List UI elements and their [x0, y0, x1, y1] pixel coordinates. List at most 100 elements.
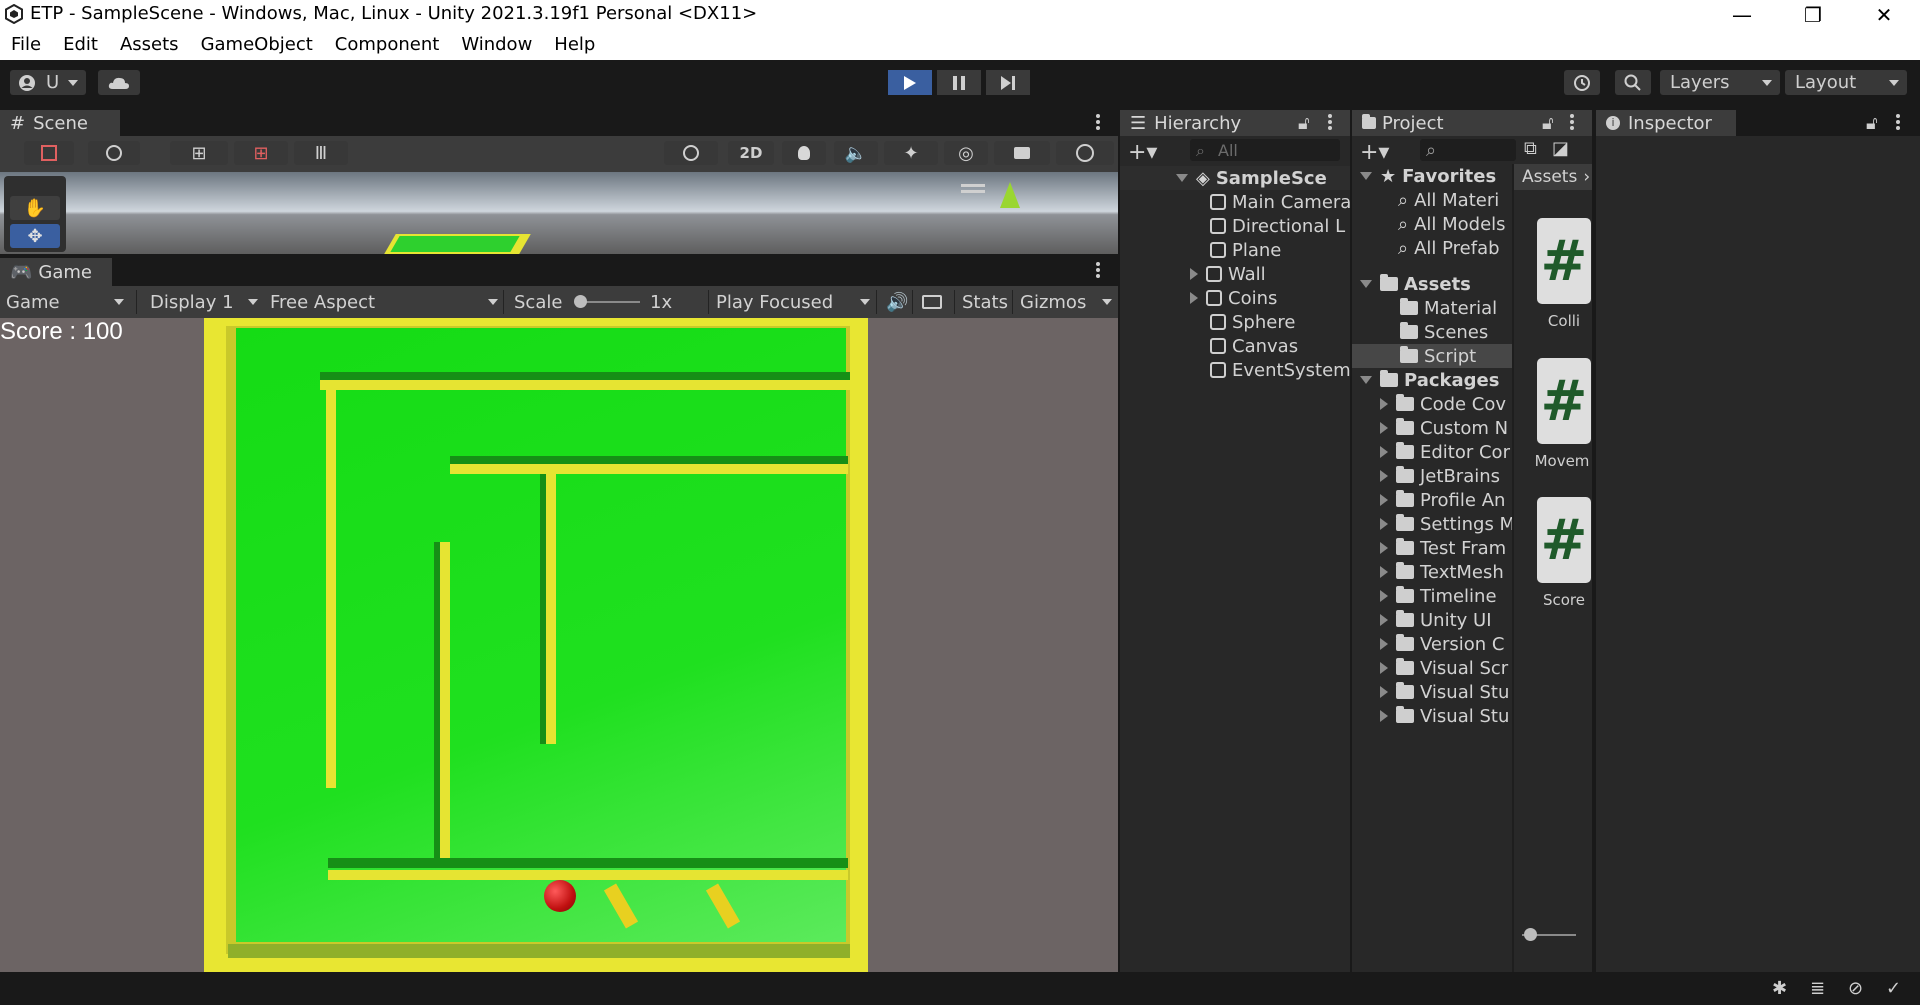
create-asset-button[interactable]: +▾: [1360, 140, 1389, 165]
tab-game[interactable]: 🎮 Game: [0, 258, 112, 286]
favorite-item[interactable]: ⌕ All Materi: [1398, 188, 1520, 212]
game-viewport[interactable]: Score : 100: [0, 318, 1118, 972]
checkmark-icon[interactable]: ✓: [1886, 978, 1901, 999]
menu-file[interactable]: File: [0, 34, 52, 55]
menu-window[interactable]: Window: [450, 34, 543, 55]
restore-button[interactable]: ❐: [1781, 0, 1845, 29]
mute-audio-button[interactable]: 🔊: [886, 286, 908, 318]
menu-assets[interactable]: Assets: [109, 34, 190, 55]
project-more-icon[interactable]: [1570, 114, 1574, 130]
account-dropdown[interactable]: U: [10, 70, 86, 95]
script-asset-icon[interactable]: #: [1537, 218, 1591, 304]
scene-more-icon[interactable]: [1096, 114, 1100, 130]
asset-folder-item[interactable]: Material: [1400, 296, 1520, 320]
lighting-toggle[interactable]: [782, 141, 826, 165]
asset-folder-item-selected[interactable]: Script: [1352, 344, 1512, 368]
hierarchy-item[interactable]: Sphere: [1210, 310, 1350, 334]
package-item[interactable]: Custom N: [1380, 416, 1520, 440]
keyboard-shortcut-button[interactable]: [922, 286, 942, 318]
tab-inspector[interactable]: i Inspector: [1596, 110, 1736, 136]
hierarchy-item[interactable]: Coins: [1190, 286, 1350, 310]
tab-hierarchy[interactable]: ☰ Hierarchy: [1120, 110, 1350, 136]
lock-icon[interactable]: 🔓︎: [1298, 113, 1310, 134]
auto-generate-lighting-icon[interactable]: ⊘: [1848, 978, 1863, 999]
menu-help[interactable]: Help: [543, 34, 606, 55]
package-item[interactable]: Code Cov: [1380, 392, 1520, 416]
slider-handle[interactable]: [1524, 928, 1537, 941]
scene-gizmo-y-icon[interactable]: [1000, 182, 1020, 208]
package-item[interactable]: Visual Stu: [1380, 704, 1520, 728]
display-select[interactable]: Display 1: [150, 286, 262, 318]
scene-menu-icon[interactable]: [961, 184, 985, 187]
hierarchy-item[interactable]: Canvas: [1210, 334, 1350, 358]
favorites-folder[interactable]: ★ Favorites: [1360, 164, 1520, 188]
effects-dropdown[interactable]: ✦: [884, 141, 938, 165]
minimize-button[interactable]: —: [1710, 0, 1774, 29]
gizmo-shading-button[interactable]: [664, 141, 718, 165]
package-item[interactable]: Profile An: [1380, 488, 1520, 512]
icon-size-slider[interactable]: [1514, 924, 1592, 946]
package-item[interactable]: Test Fram: [1380, 536, 1520, 560]
asset-name[interactable]: Colli: [1524, 312, 1604, 330]
script-asset-icon[interactable]: #: [1537, 358, 1591, 444]
breadcrumb-assets[interactable]: Assets: [1522, 167, 1577, 187]
scale-slider-handle[interactable]: [574, 295, 587, 308]
mode-2d-button[interactable]: 2D: [728, 141, 774, 165]
packages-folder[interactable]: Packages: [1360, 368, 1520, 392]
package-item[interactable]: Visual Stu: [1380, 680, 1520, 704]
grid-snap-button[interactable]: ⊞: [170, 141, 228, 165]
package-item[interactable]: Settings M: [1380, 512, 1520, 536]
package-item[interactable]: Unity UI: [1380, 608, 1520, 632]
global-dropdown[interactable]: [88, 141, 140, 165]
lock-icon[interactable]: 🔓︎: [1866, 113, 1878, 134]
package-item[interactable]: Editor Cor: [1380, 440, 1520, 464]
gizmos-dropdown[interactable]: [1056, 141, 1114, 165]
snap-increment-button[interactable]: ⊞: [234, 141, 288, 165]
tab-project[interactable]: Project: [1352, 110, 1592, 136]
package-item[interactable]: JetBrains: [1380, 464, 1520, 488]
game-view-select[interactable]: Game: [6, 286, 130, 318]
favorite-item[interactable]: ⌕ All Prefab: [1398, 236, 1520, 260]
search-button[interactable]: [1615, 70, 1651, 95]
hierarchy-item[interactable]: EventSystem: [1210, 358, 1350, 382]
hierarchy-item[interactable]: Directional L: [1210, 214, 1350, 238]
hierarchy-search-input[interactable]: ⌕ All: [1190, 139, 1340, 161]
menu-gameobject[interactable]: GameObject: [190, 34, 324, 55]
package-item[interactable]: TextMesh: [1380, 560, 1520, 584]
add-object-button[interactable]: +▾: [1128, 140, 1157, 165]
hierarchy-item[interactable]: Wall: [1190, 262, 1350, 286]
undo-history-button[interactable]: [1564, 70, 1600, 95]
step-button[interactable]: [986, 70, 1030, 95]
camera-dropdown[interactable]: [994, 141, 1050, 165]
asset-folder-item[interactable]: Scenes: [1400, 320, 1520, 344]
scene-viewport[interactable]: ✋ ✥: [0, 172, 1118, 254]
gizmos-toggle[interactable]: Gizmos: [1020, 286, 1114, 318]
play-focused-select[interactable]: Play Focused: [716, 286, 870, 318]
aspect-select[interactable]: Free Aspect: [270, 286, 500, 318]
package-item[interactable]: Version C: [1380, 632, 1520, 656]
hierarchy-more-icon[interactable]: [1328, 114, 1332, 130]
play-button[interactable]: [888, 70, 932, 95]
draw-mode-dropdown[interactable]: [24, 141, 74, 165]
tab-scene[interactable]: # Scene: [0, 110, 120, 136]
filter-type-icon[interactable]: ⧉: [1524, 138, 1537, 159]
game-more-icon[interactable]: [1096, 262, 1100, 278]
close-button[interactable]: ✕: [1852, 0, 1916, 29]
menu-component[interactable]: Component: [324, 34, 451, 55]
visibility-toggle[interactable]: ◎: [944, 141, 988, 165]
menu-edit[interactable]: Edit: [52, 34, 109, 55]
package-item[interactable]: Timeline: [1380, 584, 1520, 608]
asset-name[interactable]: Score: [1524, 591, 1604, 609]
cloud-button[interactable]: [98, 70, 140, 95]
hierarchy-scene-row[interactable]: ◈ SampleSce: [1120, 166, 1350, 190]
project-search-input[interactable]: ⌕: [1420, 139, 1516, 161]
pause-button[interactable]: [937, 70, 981, 95]
cache-server-icon[interactable]: ≣: [1810, 978, 1825, 999]
hierarchy-item[interactable]: Plane: [1210, 238, 1350, 262]
asset-name[interactable]: Movem: [1522, 452, 1602, 470]
layers-dropdown[interactable]: Layers: [1660, 70, 1780, 95]
scale-slider[interactable]: [578, 301, 640, 303]
filter-label-icon[interactable]: ◪: [1552, 138, 1569, 159]
favorite-item[interactable]: ⌕ All Models: [1398, 212, 1520, 236]
lock-icon[interactable]: 🔓︎: [1542, 113, 1554, 134]
